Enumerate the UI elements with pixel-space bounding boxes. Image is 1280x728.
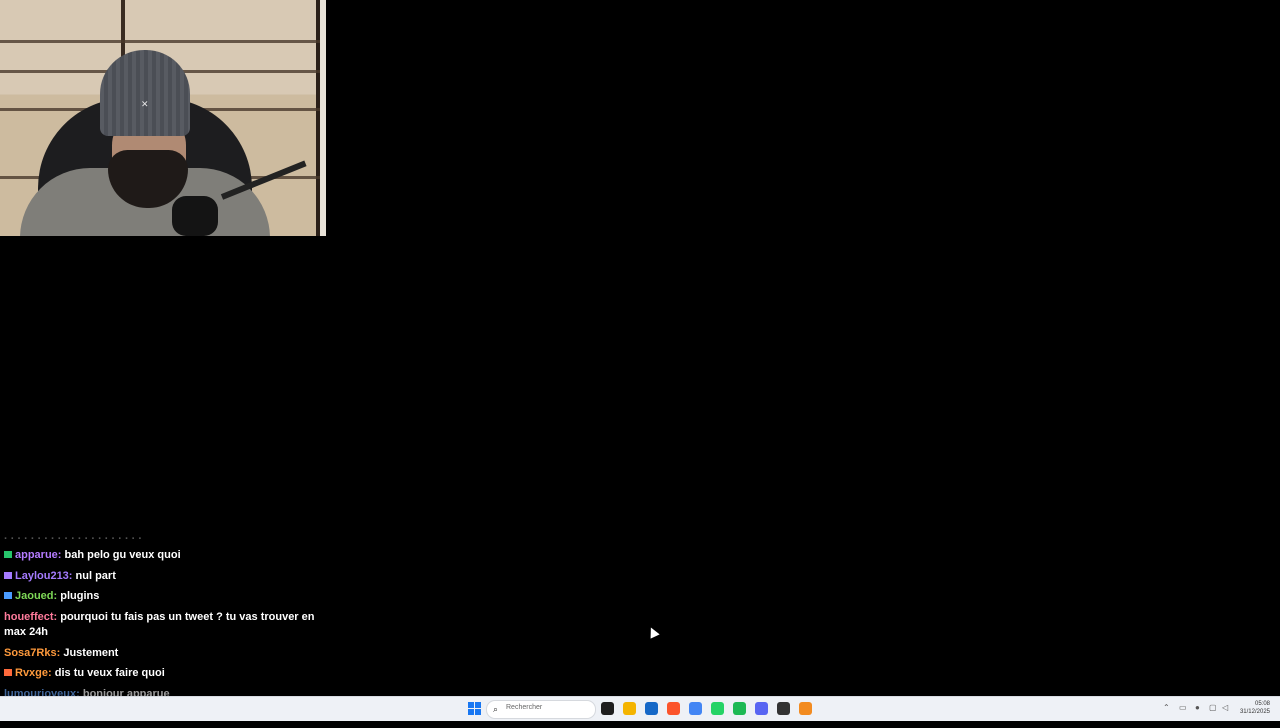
chat-message: Rvxge: dis tu veux faire quoi bbox=[4, 666, 324, 682]
terminal-icon[interactable] bbox=[601, 702, 614, 715]
search-icon: ⌕ bbox=[493, 704, 499, 714]
chat-message: apparue: bah pelo gu veux quoi bbox=[4, 548, 324, 564]
chat-message: Laylou213: nul part bbox=[4, 569, 324, 585]
search-placeholder: Rechercher bbox=[506, 704, 543, 711]
launcher-icon[interactable] bbox=[799, 702, 812, 715]
taskbar: ⌕ Rechercher ⌃ ▭ ● ▢ ◁ 05:08 31/12/2025 bbox=[0, 696, 1280, 721]
network-icon[interactable]: ▭ bbox=[1179, 703, 1187, 712]
chat-text: Justement bbox=[63, 646, 119, 659]
clock-time: 05:08 bbox=[1254, 701, 1270, 707]
chat-username: Laylou213: bbox=[15, 569, 73, 582]
clock-date: 31/12/2025 bbox=[1239, 709, 1270, 715]
chat-text: bah pelo gu veux quoi bbox=[64, 549, 181, 561]
mouse-cursor bbox=[646, 625, 660, 639]
chat-text: dis tu veux faire quoi bbox=[54, 667, 165, 679]
chrome-icon[interactable] bbox=[689, 702, 702, 715]
spotify-icon[interactable] bbox=[733, 702, 746, 715]
folder-icon[interactable] bbox=[623, 702, 636, 715]
taskbar-search[interactable]: ⌕ Rechercher bbox=[486, 700, 596, 719]
chat-faded-message: · · · · · · · · · · · · · · · · · · · · … bbox=[4, 533, 143, 542]
chat-message: houeffect: pourquoi tu fais pas un tweet… bbox=[4, 610, 324, 641]
chat-username: Sosa7Rks: bbox=[4, 646, 61, 659]
webcam-feed: ✕ bbox=[0, 0, 326, 236]
chat-username: Rvxge: bbox=[15, 667, 52, 679]
app-icon[interactable] bbox=[777, 702, 790, 715]
chat-message: Sosa7Rks: Justement bbox=[4, 646, 324, 662]
mic-icon[interactable]: ● bbox=[1195, 703, 1200, 712]
clock[interactable]: 05:08 31/12/2025 bbox=[1240, 700, 1270, 716]
badge-icon bbox=[4, 551, 12, 558]
chat-message: Jaoued: plugins bbox=[4, 589, 324, 605]
chevron-up-icon[interactable]: ⌃ bbox=[1163, 703, 1170, 712]
chat-username: houeffect: bbox=[4, 610, 58, 623]
badge-icon bbox=[4, 571, 12, 579]
chat-text: nul part bbox=[75, 569, 116, 582]
store-icon[interactable] bbox=[645, 702, 658, 715]
discord-icon[interactable] bbox=[755, 702, 768, 715]
badge-icon bbox=[4, 592, 12, 599]
windows-start-icon[interactable] bbox=[468, 702, 481, 715]
chat-username: apparue: bbox=[15, 549, 62, 561]
monitor-icon[interactable]: ▢ bbox=[1209, 703, 1217, 712]
whatsapp-icon[interactable] bbox=[711, 702, 724, 715]
badge-icon bbox=[4, 669, 12, 676]
volume-icon[interactable]: ◁ bbox=[1222, 703, 1228, 712]
chat-username: Jaoued: bbox=[15, 590, 58, 602]
chat-text: plugins bbox=[60, 590, 100, 602]
brave-icon[interactable] bbox=[667, 702, 680, 715]
